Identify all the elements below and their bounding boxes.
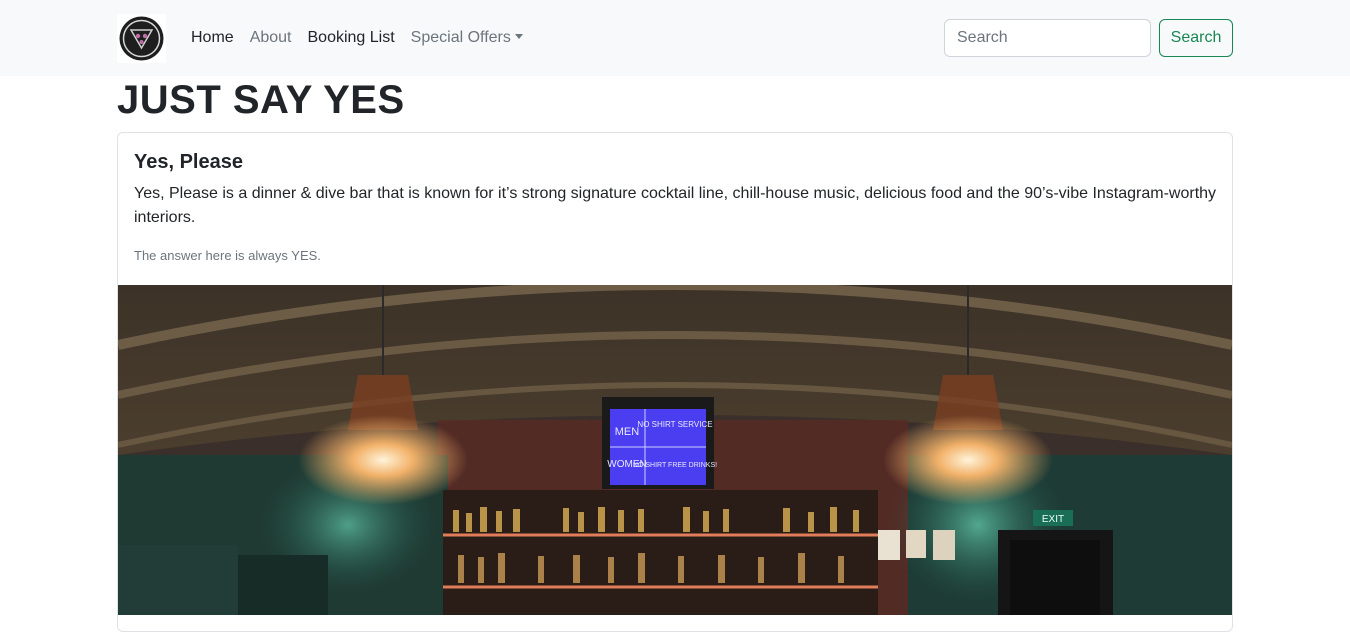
exit-sign: EXIT xyxy=(1042,514,1064,525)
page-title: JUST SAY YES xyxy=(117,78,405,122)
card-title: Yes, Please xyxy=(134,151,243,173)
venue-card: Yes, Please Yes, Please is a dinner & di… xyxy=(117,132,1233,632)
sign-no-shirt-service: NO SHIRT SERVICE xyxy=(637,420,712,429)
bar-interior-image: MEN NO SHIRT SERVICE WOMEN NO SHIRT FREE… xyxy=(118,285,1232,615)
card-tagline: The answer here is always YES. xyxy=(134,248,321,263)
sign-no-shirt-free-drinks: NO SHIRT FREE DRINKS! xyxy=(633,462,717,469)
special-offers-label: Special Offers xyxy=(410,29,511,46)
nav-link-booking-list[interactable]: Booking List xyxy=(308,29,395,47)
brand-logo[interactable] xyxy=(117,14,166,63)
navbar: Home About Booking List Special Offers S… xyxy=(0,0,1350,76)
search-input[interactable] xyxy=(944,19,1151,57)
nav-link-home[interactable]: Home xyxy=(191,29,234,47)
nav-links: Home About Booking List Special Offers xyxy=(191,0,539,76)
nav-link-about[interactable]: About xyxy=(250,29,292,47)
nav-dropdown-special-offers[interactable]: Special Offers xyxy=(411,29,523,47)
sign-men: MEN xyxy=(615,426,640,438)
card-body: Yes, Please Yes, Please is a dinner & di… xyxy=(134,151,1218,263)
navbar-container: Home About Booking List Special Offers S… xyxy=(117,0,1233,76)
search-button[interactable]: Search xyxy=(1159,19,1233,57)
bar-photo-illustration: MEN NO SHIRT SERVICE WOMEN NO SHIRT FREE… xyxy=(118,285,1232,615)
card-description: Yes, Please is a dinner & dive bar that … xyxy=(134,185,1217,226)
caret-down-icon xyxy=(514,34,523,39)
logo-icon xyxy=(119,16,164,61)
